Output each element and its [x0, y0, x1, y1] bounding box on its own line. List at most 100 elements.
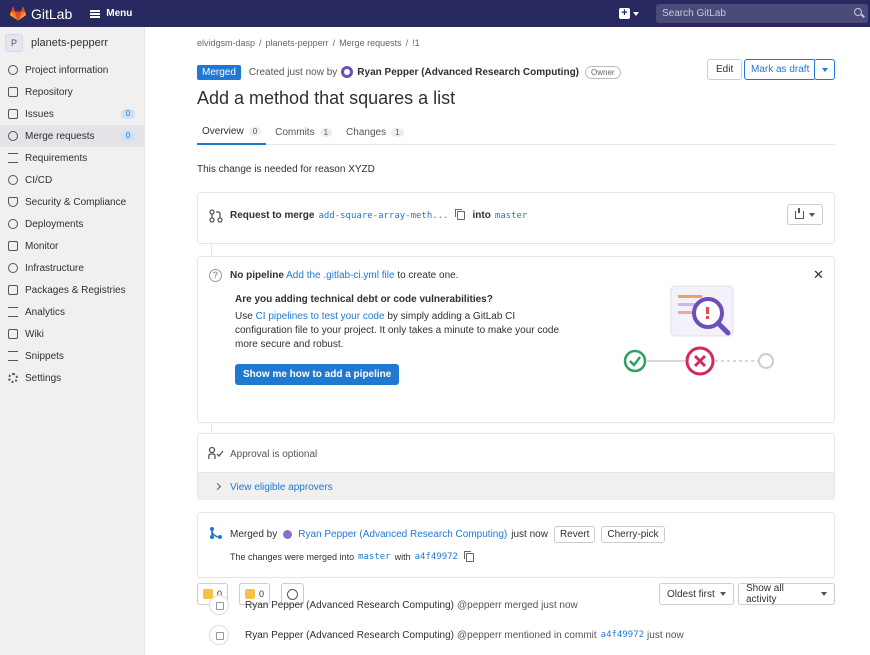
- no-pipeline-label: No pipeline: [230, 270, 284, 281]
- sidebar-item-repository[interactable]: Repository: [0, 81, 144, 103]
- edit-button[interactable]: Edit: [707, 59, 743, 80]
- tab-overview[interactable]: Overview 0: [197, 119, 267, 145]
- revert-button[interactable]: Revert: [553, 526, 596, 543]
- author-link[interactable]: Ryan Pepper (Advanced Research Computing…: [357, 67, 579, 78]
- top-navbar: GitLab Menu + Search GitLab: [0, 0, 870, 27]
- target-branch[interactable]: master: [495, 211, 528, 221]
- breadcrumb-separator: /: [259, 38, 262, 48]
- no-pipeline-text: No pipeline Add the .gitlab-ci.yml file …: [230, 270, 458, 281]
- tab-label: Changes: [346, 126, 387, 138]
- sidebar-item-infrastructure[interactable]: Infrastructure: [0, 257, 144, 279]
- tab-count: 1: [391, 127, 404, 137]
- sidebar-item-deployments[interactable]: Deployments: [0, 213, 144, 235]
- breadcrumb-item[interactable]: planets-pepperr: [266, 38, 329, 48]
- sidebar-item-settings[interactable]: Settings: [0, 367, 144, 389]
- search-input[interactable]: Search GitLab: [656, 4, 868, 23]
- sidebar-item-label: Deployments: [25, 218, 84, 230]
- sidebar-item-label: Project information: [25, 64, 109, 76]
- menu-label: Menu: [106, 8, 133, 19]
- project-avatar: P: [5, 34, 23, 52]
- merged-by-line: Merged by Ryan Pepper (Advanced Research…: [230, 526, 665, 543]
- cloud-icon: [8, 263, 18, 273]
- approval-icon: [208, 446, 224, 459]
- merged-widget: Merged by Ryan Pepper (Advanced Research…: [197, 512, 835, 578]
- gear-icon: [8, 373, 18, 383]
- breadcrumb-item[interactable]: !1: [412, 38, 420, 48]
- sidebar-item-project-information[interactable]: Project information: [0, 59, 144, 81]
- breadcrumb-separator: /: [332, 38, 336, 48]
- widget-connector: [211, 244, 212, 256]
- author-avatar[interactable]: [341, 66, 354, 78]
- sidebar-item-monitor[interactable]: Monitor: [0, 235, 144, 257]
- copy-icon[interactable]: [454, 209, 465, 220]
- close-icon[interactable]: ✕: [813, 267, 824, 283]
- merged-target-branch[interactable]: master: [358, 552, 391, 562]
- activity-author[interactable]: Ryan Pepper (Advanced Research Computing…: [245, 600, 454, 611]
- approvers-toggle[interactable]: View eligible approvers: [198, 472, 834, 500]
- role-badge: Owner: [585, 65, 621, 79]
- pipeline-tip-body: Use CI pipelines to test your code by si…: [235, 310, 570, 352]
- add-ci-file-link[interactable]: Add the .gitlab-ci.yml file: [286, 270, 394, 281]
- tab-commits[interactable]: Commits 1: [270, 119, 337, 145]
- copy-icon[interactable]: [463, 550, 474, 562]
- comment-icon: [209, 625, 229, 645]
- breadcrumb-separator: /: [405, 38, 409, 48]
- sidebar-item-snippets[interactable]: Snippets: [0, 345, 144, 367]
- merge-commit-sha[interactable]: a4f49972: [415, 552, 458, 562]
- sidebar: P planets-pepperr Project information Rep…: [0, 27, 145, 655]
- merge-request-icon: [209, 209, 223, 223]
- request-prefix: Request to merge: [230, 210, 315, 221]
- sidebar-item-security-compliance[interactable]: Security & Compliance: [0, 191, 144, 213]
- count-badge: 0: [121, 109, 135, 119]
- with-label: with: [394, 552, 411, 562]
- pipeline-widget: ? No pipeline Add the .gitlab-ci.yml fil…: [197, 256, 835, 423]
- tab-changes[interactable]: Changes 1: [341, 119, 408, 145]
- sidebar-item-label: Merge requests: [25, 130, 95, 142]
- into-label: into: [472, 210, 491, 221]
- deployments-icon: [8, 219, 18, 229]
- cherry-pick-button[interactable]: Cherry-pick: [601, 526, 665, 543]
- new-dropdown-button[interactable]: +: [619, 6, 643, 21]
- book-icon: [8, 329, 18, 339]
- chevron-right-icon: [213, 482, 222, 491]
- rocket-icon: [8, 175, 18, 185]
- merged-when: just now: [511, 529, 548, 540]
- menu-button[interactable]: Menu: [90, 8, 132, 19]
- activity-when: just now: [647, 629, 684, 641]
- sidebar-item-issues[interactable]: Issues 0: [0, 103, 144, 125]
- show-pipeline-howto-button[interactable]: Show me how to add a pipeline: [235, 364, 400, 385]
- sidebar-item-analytics[interactable]: Analytics: [0, 301, 144, 323]
- tab-label: Overview: [202, 125, 244, 137]
- sidebar-item-label: CI/CD: [25, 174, 53, 186]
- activity-item: Ryan Pepper (Advanced Research Computing…: [209, 594, 835, 616]
- activity-author[interactable]: Ryan Pepper (Advanced Research Computing…: [245, 630, 454, 641]
- sidebar-item-wiki[interactable]: Wiki: [0, 323, 144, 345]
- ci-pipelines-link[interactable]: CI pipelines to test your code: [256, 311, 385, 322]
- more-actions-button[interactable]: [814, 59, 835, 80]
- sidebar-item-requirements[interactable]: Requirements: [0, 147, 144, 169]
- download-dropdown-button[interactable]: [787, 204, 823, 225]
- chevron-down-icon: [633, 11, 639, 16]
- sidebar-project[interactable]: P planets-pepperr: [0, 27, 144, 59]
- gitlab-tanuki-icon: [10, 6, 26, 21]
- view-approvers-link[interactable]: View eligible approvers: [230, 482, 333, 493]
- activity-text: @pepperr mentioned in commit: [457, 629, 597, 641]
- author-avatar[interactable]: [283, 530, 293, 539]
- merged-into-line: The changes were merged into master with…: [230, 550, 482, 562]
- source-branch[interactable]: add-square-array-meth...: [318, 211, 448, 221]
- breadcrumb-item[interactable]: elvidgsm-dasp: [197, 38, 255, 48]
- breadcrumb-item[interactable]: Merge requests: [339, 38, 402, 48]
- sidebar-item-merge-requests[interactable]: Merge requests 0: [0, 125, 144, 147]
- gitlab-logo[interactable]: GitLab: [10, 6, 72, 22]
- sidebar-item-ci-cd[interactable]: CI/CD: [0, 169, 144, 191]
- created-text: Created just now by: [248, 66, 338, 78]
- approval-summary: Approval is optional: [198, 434, 834, 472]
- question-icon: ?: [209, 269, 222, 282]
- activity-commit-sha[interactable]: a4f49972: [601, 630, 644, 640]
- pipeline-illustration: [623, 285, 774, 376]
- sidebar-nav: Project information Repository Issues 0 Merg…: [0, 59, 144, 389]
- mark-as-draft-button[interactable]: Mark as draft: [744, 59, 817, 80]
- merged-author-link[interactable]: Ryan Pepper (Advanced Research Computing…: [298, 529, 507, 540]
- sidebar-item-label: Infrastructure: [25, 262, 84, 274]
- sidebar-item-packages-registries[interactable]: Packages & Registries: [0, 279, 144, 301]
